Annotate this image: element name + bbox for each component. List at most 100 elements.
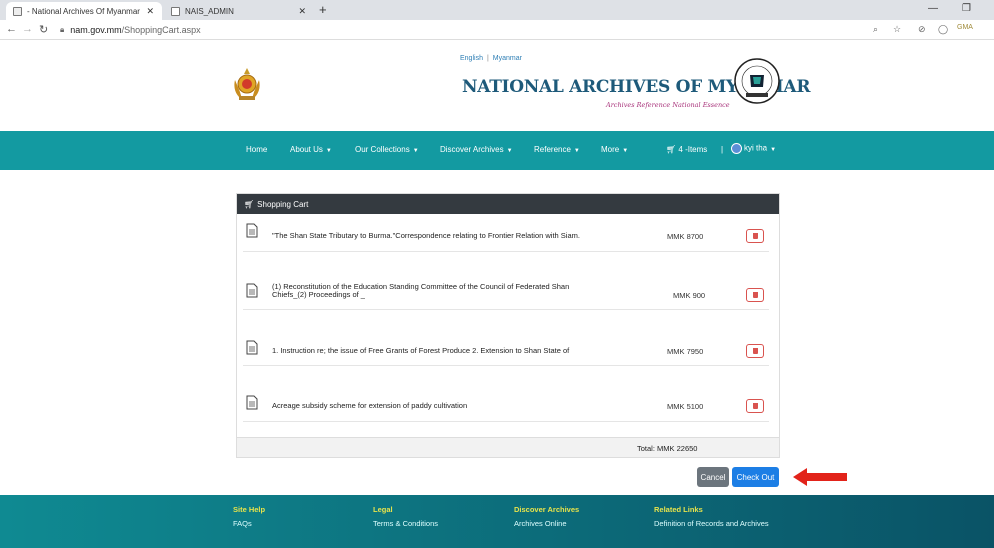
lang-english-link[interactable]: English bbox=[460, 55, 483, 62]
cart-item: (1) Reconstitution of the Education Stan… bbox=[243, 252, 769, 310]
tab-title: NAIS_ADMIN bbox=[185, 6, 234, 16]
item-title-line2: Chiefs_(2) Proceedings of _ bbox=[272, 290, 365, 299]
caret-down-icon: ▼ bbox=[412, 148, 419, 154]
item-price: MMK 8700 bbox=[667, 232, 704, 241]
avatar bbox=[731, 143, 742, 154]
caret-down-icon: ▼ bbox=[573, 148, 580, 154]
document-icon bbox=[246, 283, 258, 298]
document-icon bbox=[246, 340, 258, 355]
footer-link-faqs[interactable]: FAQs bbox=[233, 519, 265, 528]
browser-tab-bar: - National Archives Of Myanmar ✕ NAIS_AD… bbox=[0, 0, 994, 20]
browser-tab[interactable]: NAIS_ADMIN ✕ bbox=[164, 2, 314, 20]
nav-about-us[interactable]: About Us ▼ bbox=[290, 145, 332, 154]
item-title: "The Shan State Tributary to Burma."Corr… bbox=[272, 231, 580, 240]
lang-separator: | bbox=[486, 55, 489, 62]
cart-count: 4 -Items bbox=[678, 145, 708, 154]
cart-item: Acreage subsidy scheme for extension of … bbox=[243, 366, 769, 422]
back-icon[interactable]: ← bbox=[6, 23, 17, 35]
footer-link-archives-online[interactable]: Archives Online bbox=[514, 519, 579, 528]
item-title: 1. Instruction re; the issue of Free Gra… bbox=[272, 346, 570, 355]
site-header: English | Myanmar NATIONAL ARCHIVES OF MYA… bbox=[0, 41, 994, 131]
footer-heading: Site Help bbox=[233, 505, 266, 514]
nav-reference-label: Reference bbox=[534, 145, 571, 154]
trash-icon bbox=[752, 233, 758, 239]
archives-seal-logo bbox=[734, 58, 780, 104]
delete-item-button[interactable] bbox=[746, 344, 764, 358]
url-path: /ShoppingCart.aspx bbox=[121, 25, 201, 35]
bookmark-star-icon[interactable]: ☆ bbox=[893, 24, 901, 35]
footer-heading: Discover Archives bbox=[514, 505, 580, 514]
footer-heading: Related Links bbox=[654, 505, 703, 514]
delete-item-button[interactable] bbox=[746, 229, 764, 243]
delete-item-button[interactable] bbox=[746, 288, 764, 302]
new-tab-icon[interactable]: + bbox=[319, 2, 327, 17]
delete-item-button[interactable] bbox=[746, 399, 764, 413]
opera-icon[interactable]: ◯ bbox=[938, 24, 948, 35]
document-icon bbox=[246, 395, 258, 410]
cart-item: "The Shan State Tributary to Burma."Corr… bbox=[243, 216, 769, 252]
cart-total: Total: MMK 22650 bbox=[637, 444, 697, 453]
item-price: MMK 5100 bbox=[667, 402, 704, 411]
caret-down-icon: ▼ bbox=[325, 148, 332, 154]
cart-header: 🛒︎ Shopping Cart bbox=[237, 194, 779, 214]
restore-icon[interactable]: ❐ bbox=[962, 3, 971, 14]
footer-link-definition[interactable]: Definition of Records and Archives bbox=[654, 519, 769, 528]
site-favicon-icon bbox=[13, 6, 22, 16]
footer-link-terms[interactable]: Terms & Conditions bbox=[373, 519, 438, 528]
document-icon bbox=[246, 223, 258, 238]
caret-down-icon: ▼ bbox=[770, 146, 777, 153]
page-favicon-icon bbox=[171, 6, 180, 16]
nav-user-label: kyi tha bbox=[744, 143, 768, 153]
nav-more[interactable]: More ▼ bbox=[601, 145, 628, 154]
left-arrow-icon bbox=[793, 468, 847, 486]
footer-heading: Legal bbox=[373, 505, 393, 514]
nav-home[interactable]: Home bbox=[246, 145, 267, 154]
caret-down-icon: ▼ bbox=[506, 148, 513, 154]
shopping-cart-panel: 🛒︎ Shopping Cart "The Shan State Tributa… bbox=[236, 193, 780, 458]
main-nav: Home About Us ▼ Our Collections ▼ Discover… bbox=[0, 131, 994, 170]
cart-icon: 🛒︎ bbox=[244, 199, 255, 209]
minimize-icon[interactable]: — bbox=[928, 3, 938, 14]
nav-discover-label: Discover Archives bbox=[440, 145, 504, 154]
url-domain: nam.gov.mm bbox=[70, 25, 122, 35]
caret-down-icon: ▼ bbox=[622, 148, 629, 154]
nav-more-label: More bbox=[601, 145, 620, 154]
tab-close-icon[interactable]: ✕ bbox=[298, 6, 306, 17]
nav-cart[interactable]: 🛒︎ 4 -Items bbox=[666, 145, 707, 154]
tab-title: - National Archives Of Myanmar bbox=[27, 6, 140, 16]
nav-discover-archives[interactable]: Discover Archives ▼ bbox=[440, 145, 513, 154]
trash-icon bbox=[752, 348, 758, 354]
total-label: Total: bbox=[637, 444, 655, 453]
cart-icon: 🛒︎ bbox=[666, 145, 679, 154]
cart-heading: Shopping Cart bbox=[257, 199, 309, 209]
footer-col-discover: Discover Archives Archives Online bbox=[514, 505, 579, 528]
nav-our-collections[interactable]: Our Collections ▼ bbox=[355, 145, 419, 154]
footer-col-site-help: Site Help FAQs bbox=[233, 505, 265, 528]
reload-icon[interactable]: ↻ bbox=[39, 23, 48, 36]
item-price: MMK 900 bbox=[673, 291, 706, 300]
browser-tab-active[interactable]: - National Archives Of Myanmar ✕ bbox=[6, 2, 162, 20]
url-field[interactable]: 🔒︎ nam.gov.mm/ShoppingCart.aspx bbox=[60, 23, 860, 37]
footer-col-related: Related Links Definition of Records and … bbox=[654, 505, 769, 528]
site-footer: Site Help FAQs Legal Terms & Conditions … bbox=[0, 495, 994, 548]
extension-icon[interactable]: ⊘ bbox=[918, 24, 926, 35]
nav-collections-label: Our Collections bbox=[355, 145, 410, 154]
nav-user-menu[interactable]: kyi tha ▼ bbox=[731, 143, 776, 154]
lock-icon: 🔒︎ bbox=[60, 25, 65, 34]
trash-icon bbox=[752, 403, 758, 409]
nav-about-label: About Us bbox=[290, 145, 323, 154]
tab-close-icon[interactable]: ✕ bbox=[146, 6, 154, 17]
lang-myanmar-link[interactable]: Myanmar bbox=[493, 55, 522, 62]
nav-reference[interactable]: Reference ▼ bbox=[534, 145, 580, 154]
item-price: MMK 7950 bbox=[667, 347, 704, 356]
forward-icon[interactable]: → bbox=[22, 23, 33, 35]
checkout-button[interactable]: Check Out bbox=[732, 467, 779, 487]
state-emblem-icon bbox=[234, 68, 260, 100]
zoom-icon[interactable]: ⌕ bbox=[873, 24, 878, 35]
language-switch: English | Myanmar bbox=[460, 55, 522, 62]
profile-label[interactable]: GMA bbox=[957, 24, 973, 31]
cart-item: 1. Instruction re; the issue of Free Gra… bbox=[243, 310, 769, 366]
trash-icon bbox=[752, 292, 758, 298]
cancel-button[interactable]: Cancel bbox=[697, 467, 729, 487]
total-value: MMK 22650 bbox=[657, 444, 698, 453]
